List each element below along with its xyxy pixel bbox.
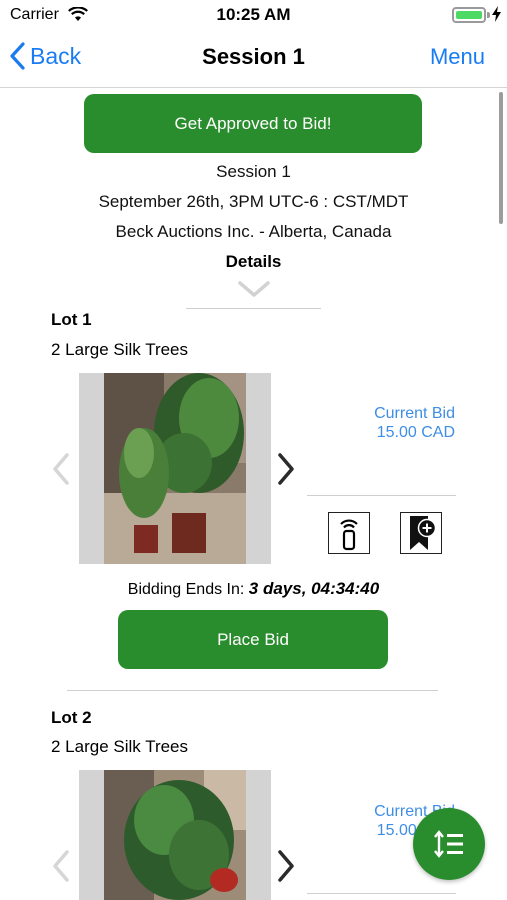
nav-bar: Back Session 1 Menu (0, 30, 507, 88)
sort-icon (434, 830, 463, 858)
silk-trees-photo (104, 373, 246, 564)
lot-photo[interactable] (79, 770, 271, 900)
session-auctioneer: Beck Auctions Inc. - Alberta, Canada (115, 222, 392, 241)
lot-description: 2 Large Silk Trees (51, 737, 189, 756)
previous-photo-arrow-icon[interactable] (50, 452, 72, 486)
lot-description: 2 Large Silk Trees (51, 340, 189, 359)
remote-bid-button[interactable] (328, 512, 370, 554)
bidding-ends: Bidding Ends In: 3 days, 04:34:40 (0, 579, 507, 599)
remote-signal-icon (340, 519, 358, 551)
next-photo-arrow-icon[interactable] (275, 452, 297, 486)
lot-photo[interactable] (79, 373, 271, 564)
current-bid-label: Current Bid (374, 405, 455, 422)
lot-title: Lot 1 (51, 310, 92, 329)
bookmark-add-icon (410, 516, 436, 550)
bid-divider (307, 495, 456, 496)
battery-icon (452, 7, 486, 23)
menu-button[interactable]: Menu (430, 44, 485, 70)
add-to-watchlist-button[interactable] (400, 512, 442, 554)
charging-icon (492, 6, 501, 22)
bidding-ends-countdown: 3 days, 04:34:40 (248, 579, 380, 598)
details-toggle[interactable]: Details (0, 252, 507, 272)
chevron-down-icon[interactable] (237, 280, 271, 298)
silk-trees-photo (104, 770, 246, 900)
next-photo-arrow-icon[interactable] (275, 849, 297, 883)
lot-divider (67, 690, 438, 691)
status-bar: Carrier 10:25 AM (0, 0, 507, 30)
session-date: September 26th, 3PM UTC-6 : CST/MDT (98, 192, 409, 211)
lot-title: Lot 2 (51, 708, 92, 727)
battery-cap (487, 12, 490, 18)
current-bid-value: 15.00 CAD (376, 424, 455, 441)
sort-button[interactable] (413, 808, 485, 880)
previous-photo-arrow-icon[interactable] (50, 849, 72, 883)
status-time: 10:25 AM (216, 5, 291, 24)
details-divider (186, 308, 321, 309)
bidding-ends-label: Bidding Ends In: (127, 581, 245, 598)
session-name: Session 1 (216, 162, 291, 181)
get-approved-button[interactable]: Get Approved to Bid! (84, 94, 422, 153)
place-bid-button[interactable]: Place Bid (118, 610, 388, 669)
bid-divider (307, 893, 456, 894)
